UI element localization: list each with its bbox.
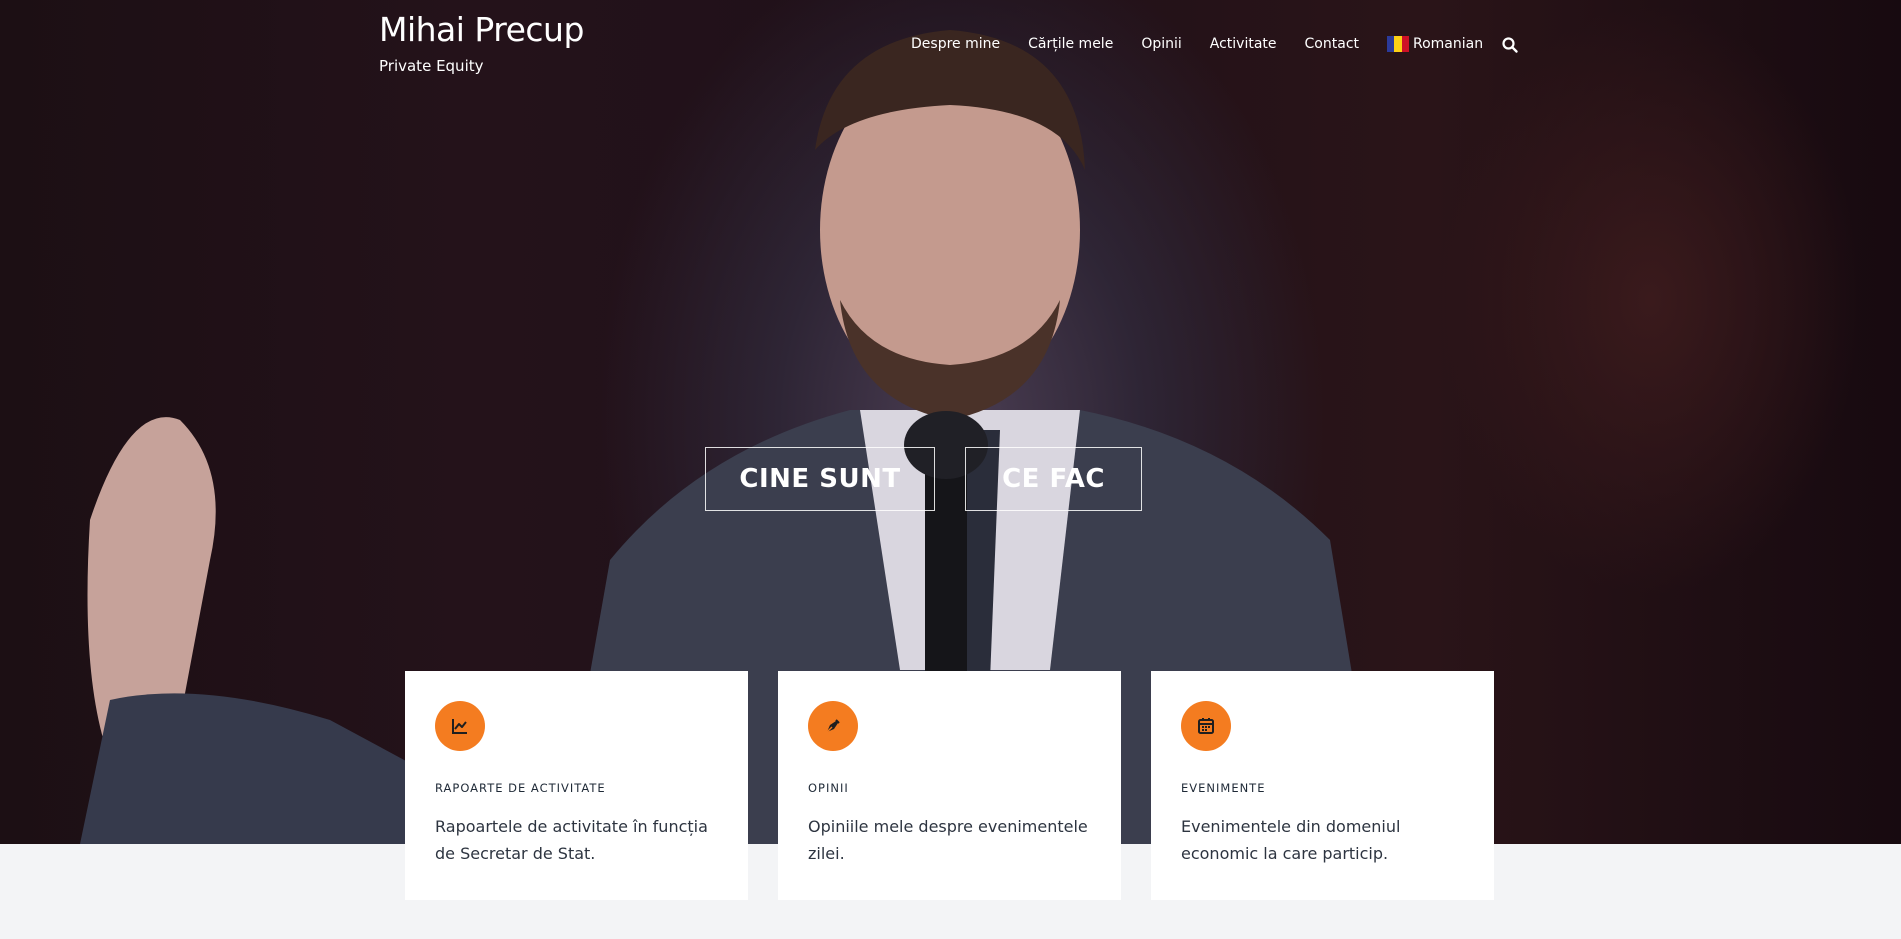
nav-item-despre-mine[interactable]: Despre mine xyxy=(911,36,1000,52)
card-heading: EVENIMENTE xyxy=(1181,781,1266,795)
cine-sunt-button[interactable]: CINE SUNT xyxy=(705,447,935,511)
nav-item-opinii[interactable]: Opinii xyxy=(1141,36,1181,52)
card-text: Evenimentele din domeniul economic la ca… xyxy=(1181,817,1401,863)
nav-item-contact[interactable]: Contact xyxy=(1305,36,1359,52)
ce-fac-button[interactable]: CE FAC xyxy=(965,447,1142,511)
search-icon[interactable] xyxy=(1501,36,1519,54)
chart-line-icon xyxy=(435,701,485,751)
language-switcher[interactable]: Romanian xyxy=(1387,36,1483,52)
site-title[interactable]: Mihai Precup xyxy=(379,10,584,49)
nav-item-activitate[interactable]: Activitate xyxy=(1210,36,1277,52)
card-rapoarte[interactable]: RAPOARTE DE ACTIVITATE Rapoartele de act… xyxy=(405,671,748,900)
language-label: Romanian xyxy=(1413,36,1484,52)
main-nav: Despre mine Cărțile mele Opinii Activita… xyxy=(911,36,1511,52)
site-tagline: Private Equity xyxy=(379,57,484,75)
card-heading: RAPOARTE DE ACTIVITATE xyxy=(435,781,606,795)
romania-flag-icon xyxy=(1387,36,1409,52)
nav-item-cartile-mele[interactable]: Cărțile mele xyxy=(1028,36,1113,52)
card-heading: OPINII xyxy=(808,781,849,795)
pen-nib-icon xyxy=(808,701,858,751)
card-text: Opiniile mele despre evenimentele zilei. xyxy=(808,817,1088,863)
card-text: Rapoartele de activitate în funcția de S… xyxy=(435,817,708,863)
calendar-icon xyxy=(1181,701,1231,751)
card-opinii[interactable]: OPINII Opiniile mele despre evenimentele… xyxy=(778,671,1121,900)
card-evenimente[interactable]: EVENIMENTE Evenimentele din domeniul eco… xyxy=(1151,671,1494,900)
